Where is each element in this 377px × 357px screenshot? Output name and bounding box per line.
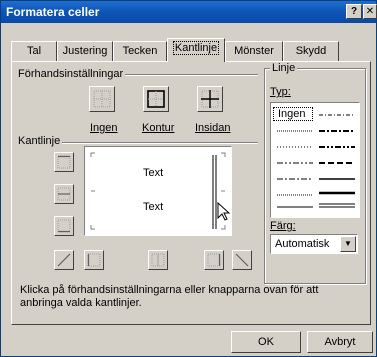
hint-text: Klicka på förhandsinställningarna eller … xyxy=(20,284,319,309)
no-border-icon xyxy=(93,90,111,108)
title-bar[interactable]: Formatera celler ? ✕ xyxy=(1,1,377,23)
border-preview[interactable]: Text Text xyxy=(84,146,232,236)
preset-none-button[interactable] xyxy=(89,86,115,112)
bottom-border-button[interactable] xyxy=(54,216,74,236)
line-color-value: Automatisk xyxy=(275,238,330,250)
vertical-inside-border-icon xyxy=(151,253,165,267)
close-button[interactable]: ✕ xyxy=(363,4,377,19)
line-style-list[interactable]: Ingen xyxy=(270,102,360,218)
preview-text-top: Text xyxy=(143,167,164,179)
preset-inside-button[interactable] xyxy=(197,86,223,112)
format-cells-dialog: Formatera celler ? ✕ Tal Justering Tecke… xyxy=(0,0,377,357)
help-button[interactable]: ? xyxy=(346,4,362,19)
border-group-title: Kantlinje xyxy=(16,135,63,147)
line-color-label: Färg: xyxy=(270,220,296,232)
preset-none-label: Ingen xyxy=(90,122,118,134)
preview-text-bottom: Text xyxy=(143,201,164,213)
left-border-icon xyxy=(87,253,101,267)
diagonal-down-icon xyxy=(235,253,249,267)
diagonal-down-border-button[interactable] xyxy=(232,250,252,270)
border-tab-panel: Förhandsinställningar Ingen Kontur Insid… xyxy=(11,61,371,325)
top-border-button[interactable] xyxy=(54,152,74,172)
diagonal-up-icon xyxy=(57,253,71,267)
bottom-border-icon xyxy=(57,219,71,233)
preset-outline-label: Kontur xyxy=(142,122,175,134)
right-border-icon xyxy=(207,253,221,267)
horizontal-inside-border-icon xyxy=(57,187,71,201)
left-border-button[interactable] xyxy=(84,250,104,270)
cancel-button[interactable]: Avbryt xyxy=(307,331,373,353)
tab-kantlinje[interactable]: Kantlinje xyxy=(167,38,225,62)
middle-border-button[interactable] xyxy=(54,184,74,204)
top-border-icon xyxy=(57,155,71,169)
tab-skydd[interactable]: Skydd xyxy=(283,41,339,61)
chevron-down-icon[interactable]: ▼ xyxy=(340,236,356,252)
right-border-button[interactable] xyxy=(204,250,224,270)
presets-group-title: Förhandsinställningar xyxy=(16,68,126,80)
tab-tal[interactable]: Tal xyxy=(11,41,57,61)
line-color-select[interactable]: Automatisk ▼ xyxy=(270,234,358,254)
outline-border-icon xyxy=(147,90,165,108)
ok-button[interactable]: OK xyxy=(231,331,301,353)
mouse-pointer-icon xyxy=(217,202,231,221)
diagonal-up-border-button[interactable] xyxy=(54,250,74,270)
line-type-label: Typ: xyxy=(270,86,291,98)
preset-outline-button[interactable] xyxy=(143,86,169,112)
inside-border-icon xyxy=(201,90,219,108)
center-vertical-border-button[interactable] xyxy=(148,250,168,270)
line-style-samples xyxy=(277,114,355,208)
preset-inside-label: Insidan xyxy=(195,122,231,134)
line-group-title: Linje xyxy=(270,62,298,74)
tab-justering[interactable]: Justering xyxy=(57,41,113,61)
tab-tecken[interactable]: Tecken xyxy=(113,41,167,61)
preview-corner-marks xyxy=(90,152,226,230)
window-title: Formatera celler xyxy=(6,5,100,19)
tab-monster[interactable]: Mönster xyxy=(225,41,283,61)
